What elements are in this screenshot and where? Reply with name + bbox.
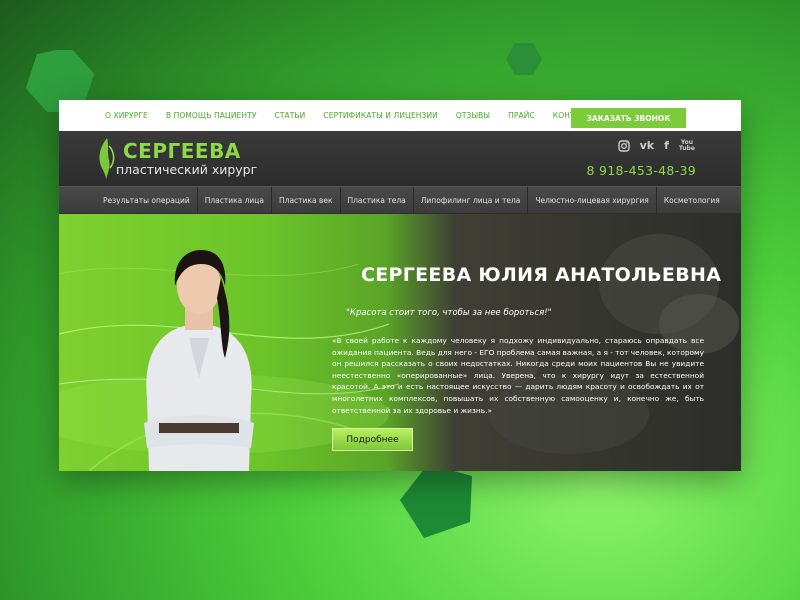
hero-description: «В своей работе к каждому человеку я под… (332, 336, 704, 415)
order-call-button[interactable]: ЗАКАЗАТЬ ЗВОНОК (571, 108, 686, 128)
nav-certificates[interactable]: СЕРТИФИКАТЫ И ЛИЦЕНЗИИ (323, 111, 437, 120)
website-mockup: О ХИРУРГЕ В ПОМОЩЬ ПАЦИЕНТУ СТАТЬИ СЕРТИ… (59, 100, 741, 471)
cat-body-plastic[interactable]: Пластика тела (341, 187, 414, 213)
logo-subtitle: пластический хирург (116, 162, 258, 177)
hero-title: СЕРГЕЕВА ЮЛИЯ АНАТОЛЬЕВНА (361, 264, 722, 286)
nav-patient-help[interactable]: В ПОМОЩЬ ПАЦИЕНТУ (166, 111, 257, 120)
hero-banner: СЕРГЕЕВА ЮЛИЯ АНАТОЛЬЕВНА "Красота стоит… (59, 214, 741, 471)
cat-cosmetology[interactable]: Косметология (657, 187, 727, 213)
cat-maxillofacial[interactable]: Челюстно-лицевая хирургия (528, 187, 657, 213)
vk-icon[interactable]: vk (640, 139, 655, 152)
logo-leaf-icon (99, 138, 115, 180)
instagram-icon[interactable] (617, 139, 630, 152)
hero-quote: "Красота стоит того, чтобы за нее бороть… (346, 308, 552, 318)
nav-reviews[interactable]: ОТЗЫВЫ (456, 111, 490, 120)
youtube-icon[interactable]: You Tube (679, 139, 695, 152)
nav-price[interactable]: ПРАЙС (508, 111, 535, 120)
cat-eyelid-plastic[interactable]: Пластика век (272, 187, 341, 213)
category-navigation: Результаты операций Пластика лица Пласти… (59, 186, 741, 213)
doctor-photo (144, 250, 254, 471)
phone-number[interactable]: 8 918-453-48-39 (587, 163, 697, 178)
site-header: СЕРГЕЕВА пластический хирург vk f You Tub… (59, 131, 741, 186)
facebook-icon[interactable]: f (664, 139, 669, 152)
nav-articles[interactable]: СТАТЬИ (275, 111, 306, 120)
cat-face-plastic[interactable]: Пластика лица (198, 187, 273, 213)
logo-name[interactable]: СЕРГЕЕВА (123, 139, 241, 163)
nav-about-surgeon[interactable]: О ХИРУРГЕ (105, 111, 148, 120)
top-navigation: О ХИРУРГЕ В ПОМОЩЬ ПАЦИЕНТУ СТАТЬИ СЕРТИ… (59, 100, 741, 131)
social-links: vk f You Tube (617, 139, 695, 152)
hexagon-decoration-top (506, 43, 542, 75)
pentagon-decoration-bottom (400, 464, 472, 538)
more-button[interactable]: Подробнее (332, 428, 413, 451)
cat-results[interactable]: Результаты операций (96, 187, 198, 213)
cat-lipofilling[interactable]: Липофилинг лица и тела (414, 187, 529, 213)
